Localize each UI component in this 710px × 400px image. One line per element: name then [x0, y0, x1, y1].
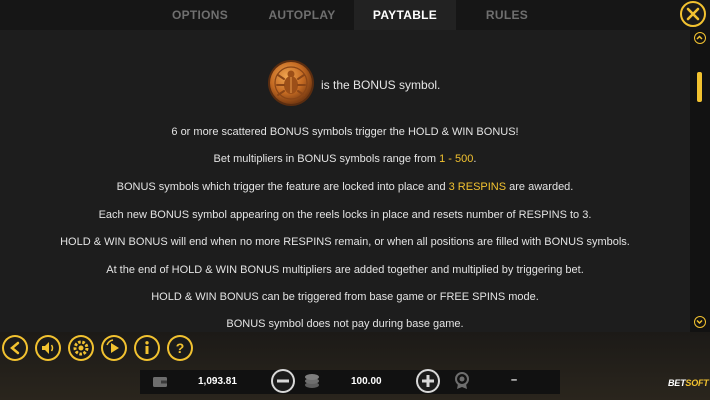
- sound-button[interactable]: [35, 335, 61, 361]
- spin-mode-button[interactable]: [101, 335, 127, 361]
- tab-rules[interactable]: RULES: [467, 0, 547, 30]
- win-medal-icon: [455, 372, 469, 389]
- paytable-line-4: Each new BONUS symbol appearing on the r…: [98, 209, 592, 221]
- paytable-line-5: HOLD & WIN BONUS will end when no more R…: [60, 236, 630, 248]
- betsoft-logo: BETSOFT: [668, 378, 709, 388]
- coins-icon: [305, 374, 319, 388]
- win-value: –: [511, 374, 518, 386]
- help-button[interactable]: ?: [167, 335, 193, 361]
- info-button[interactable]: [134, 335, 160, 361]
- decrease-bet-button[interactable]: [271, 369, 295, 393]
- settings-button[interactable]: [68, 335, 94, 361]
- tab-paytable[interactable]: PAYTABLE: [354, 0, 456, 30]
- settings-icon: [70, 337, 92, 359]
- svg-text:?: ?: [176, 340, 185, 356]
- tab-bar: OPTIONS AUTOPLAY PAYTABLE RULES: [0, 0, 710, 30]
- increase-bet-button[interactable]: [416, 369, 440, 393]
- chevron-down-icon: [696, 319, 703, 325]
- paytable-line-2: Bet multipliers in BONUS symbols range f…: [213, 153, 477, 165]
- paytable-line-3: BONUS symbols which trigger the feature …: [116, 181, 574, 193]
- sound-icon: [37, 337, 59, 359]
- paytable-content: is the BONUS symbol. 6 or more scattered…: [0, 30, 690, 332]
- back-button[interactable]: [2, 335, 28, 361]
- plus-icon: [418, 371, 438, 391]
- bonus-symbol-caption: is the BONUS symbol.: [321, 78, 441, 92]
- balance-value: 1,093.81: [198, 376, 237, 387]
- paytable-line-8: BONUS symbol does not pay during base ga…: [226, 318, 464, 330]
- chevron-up-icon: [696, 35, 703, 40]
- bet-value: 100.00: [351, 376, 382, 387]
- scroll-down-button[interactable]: [694, 316, 706, 328]
- back-icon: [4, 337, 26, 359]
- paytable-line-6: At the end of HOLD & WIN BONUS multiplie…: [106, 264, 584, 276]
- info-icon: [136, 337, 158, 359]
- paytable-line-1: 6 or more scattered BONUS symbols trigge…: [171, 126, 519, 138]
- help-icon: ?: [169, 337, 191, 359]
- tab-autoplay[interactable]: AUTOPLAY: [257, 0, 347, 30]
- close-button[interactable]: [680, 1, 706, 27]
- scarab-bonus-symbol-icon: [268, 60, 314, 106]
- paytable-line-7: HOLD & WIN BONUS can be triggered from b…: [151, 291, 539, 303]
- wallet-icon: [153, 377, 167, 387]
- minus-icon: [273, 371, 293, 391]
- spin-mode-icon: [103, 337, 125, 359]
- scroll-up-button[interactable]: [694, 32, 706, 44]
- bonus-symbol-row: is the BONUS symbol.: [0, 58, 690, 116]
- tab-options[interactable]: OPTIONS: [160, 0, 240, 30]
- scrollbar-thumb[interactable]: [697, 72, 702, 102]
- close-icon: [686, 7, 700, 21]
